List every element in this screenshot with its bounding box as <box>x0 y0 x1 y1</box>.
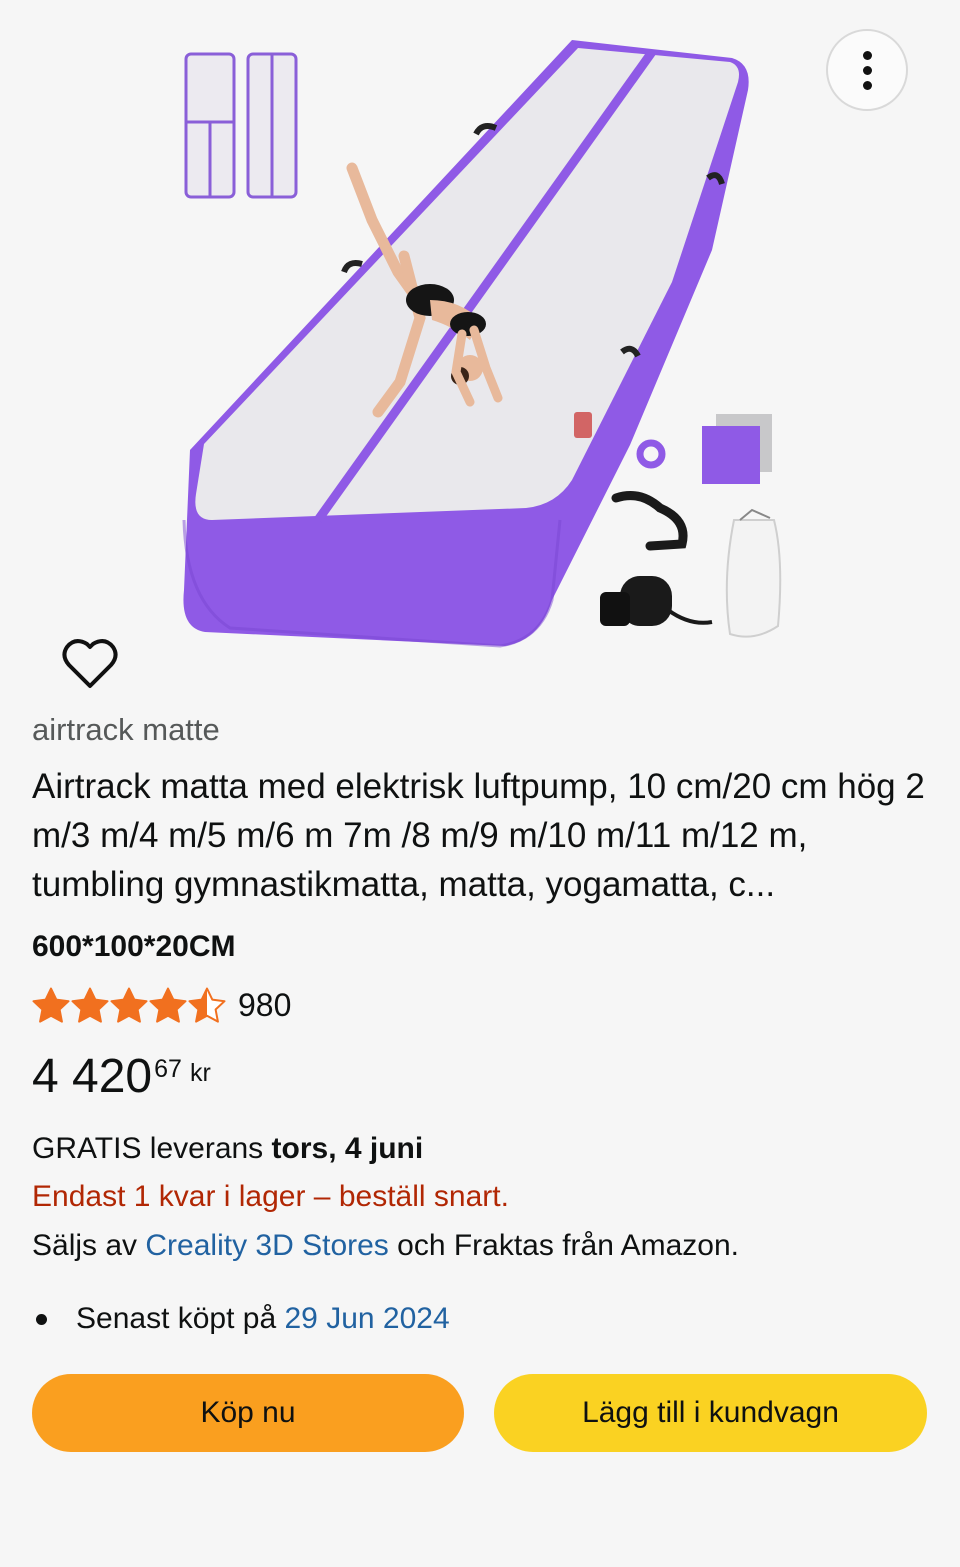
more-vertical-icon <box>862 50 872 60</box>
buy-now-button[interactable]: Köp nu <box>32 1374 464 1452</box>
seller-suffix: och Fraktas från Amazon. <box>388 1229 739 1262</box>
seller-link[interactable]: Creality 3D Stores <box>145 1229 388 1262</box>
bullet-icon <box>36 1313 47 1325</box>
delivery-prefix: GRATIS leverans <box>32 1132 272 1165</box>
price-fraction: 67 <box>154 1055 182 1083</box>
folded-mat-illustration <box>184 52 298 199</box>
product-image-gallery[interactable] <box>0 0 960 700</box>
star-icon <box>71 987 109 1023</box>
star-icon <box>188 987 226 1023</box>
purchase-history-prefix: Senast köpt på <box>76 1302 285 1335</box>
wishlist-button[interactable] <box>60 636 120 692</box>
stock-warning: Endast 1 kvar i lager – beställ snart. <box>32 1180 509 1213</box>
more-options-button[interactable] <box>826 29 908 111</box>
product-rating[interactable]: 980 <box>32 983 291 1027</box>
product-brand[interactable]: airtrack matte <box>32 712 220 748</box>
purchase-history: Senast köpt på 29 Jun 2024 <box>32 1302 450 1336</box>
seller-info: Säljs av Creality 3D Stores och Fraktas … <box>32 1229 739 1263</box>
star-icon <box>110 987 148 1023</box>
price-whole: 4 420 <box>32 1050 153 1103</box>
delivery-info: GRATIS leverans tors, 4 juni <box>32 1132 423 1166</box>
star-icon <box>149 987 187 1023</box>
more-vertical-icon-dot <box>862 80 872 90</box>
product-variant: 600*100*20CM <box>32 930 236 963</box>
product-image[interactable] <box>0 0 960 700</box>
delivery-date: tors, 4 juni <box>271 1132 424 1165</box>
product-title: Airtrack matta med elektrisk luftpump, 1… <box>32 767 925 904</box>
more-vertical-icon-dot <box>862 65 872 75</box>
price-currency: kr <box>189 1059 211 1087</box>
seller-prefix: Säljs av <box>32 1229 146 1262</box>
star-rating <box>32 987 226 1024</box>
heart-outline-icon <box>62 639 118 688</box>
purchase-history-date-link[interactable]: 29 Jun 2024 <box>284 1302 449 1336</box>
product-price: 4 420 67 kr <box>32 1050 211 1104</box>
add-to-cart-button[interactable]: Lägg till i kundvagn <box>494 1374 927 1452</box>
star-icon <box>32 987 70 1023</box>
rating-count: 980 <box>238 986 292 1023</box>
